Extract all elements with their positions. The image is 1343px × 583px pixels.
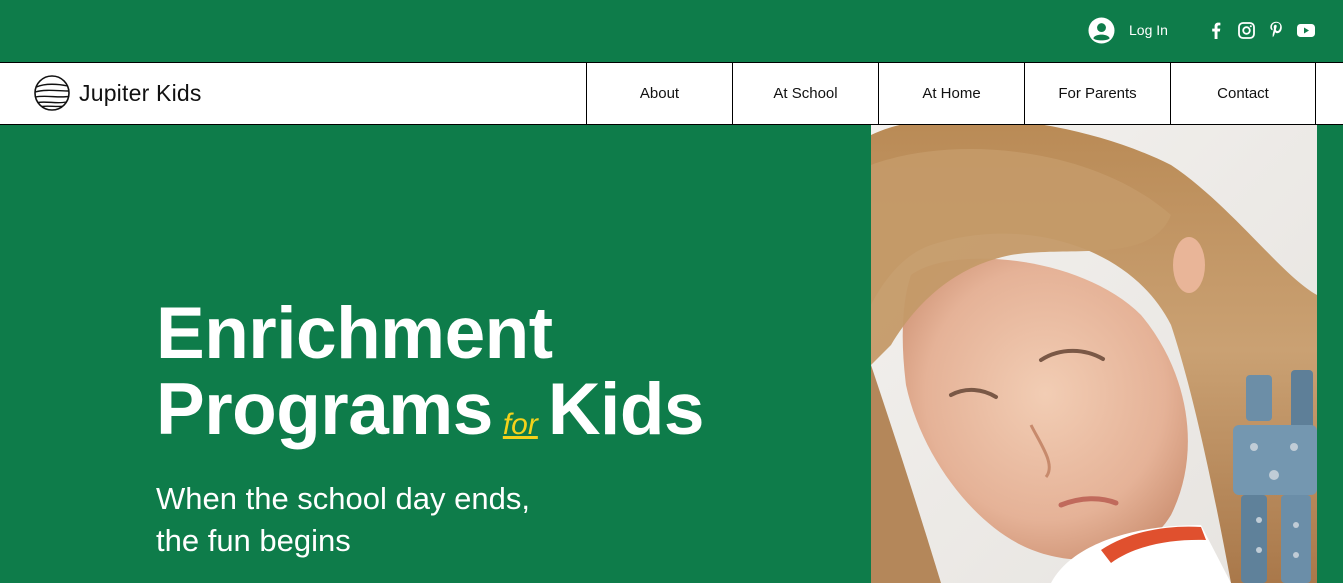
youtube-icon[interactable] xyxy=(1295,19,1317,41)
pinterest-icon[interactable] xyxy=(1265,19,1287,41)
login-label: Log In xyxy=(1129,22,1168,38)
login-button[interactable]: Log In xyxy=(1088,16,1168,44)
girl-with-robot-photo xyxy=(871,125,1317,583)
nav-item-contact[interactable]: Contact xyxy=(1170,63,1316,124)
hero-title: Enrichment Programs for Kids xyxy=(156,293,705,463)
hero-subtitle: When the school day ends, the fun begins xyxy=(156,478,530,562)
top-bar: Log In xyxy=(0,0,1343,62)
hero-photo xyxy=(871,125,1317,583)
nav-item-about[interactable]: About xyxy=(586,63,732,124)
nav-item-for-parents[interactable]: For Parents xyxy=(1024,63,1170,124)
nav-menu: About At School At Home For Parents Cont… xyxy=(586,63,1316,124)
user-avatar-icon xyxy=(1088,16,1115,44)
hero-subtitle-line2: the fun begins xyxy=(156,523,351,558)
planet-logo-icon xyxy=(34,75,70,111)
brand-name: Jupiter Kids xyxy=(79,79,202,106)
hero-title-line1: Enrichment xyxy=(156,293,553,374)
main-navbar: Jupiter Kids About At School At Home For… xyxy=(0,62,1343,125)
nav-item-at-home[interactable]: At Home xyxy=(878,63,1024,124)
hero-title-kids: Kids xyxy=(547,369,705,450)
instagram-icon[interactable] xyxy=(1235,19,1257,41)
hero-title-line2: Programs for Kids xyxy=(156,369,705,463)
hero-title-for: for xyxy=(502,408,538,441)
facebook-icon[interactable] xyxy=(1205,19,1227,41)
social-links xyxy=(1205,19,1325,41)
brand-home-link[interactable]: Jupiter Kids xyxy=(33,74,202,112)
nav-item-at-school[interactable]: At School xyxy=(732,63,878,124)
hero-title-programs: Programs xyxy=(156,369,493,450)
hero-subtitle-line1: When the school day ends, xyxy=(156,481,530,516)
